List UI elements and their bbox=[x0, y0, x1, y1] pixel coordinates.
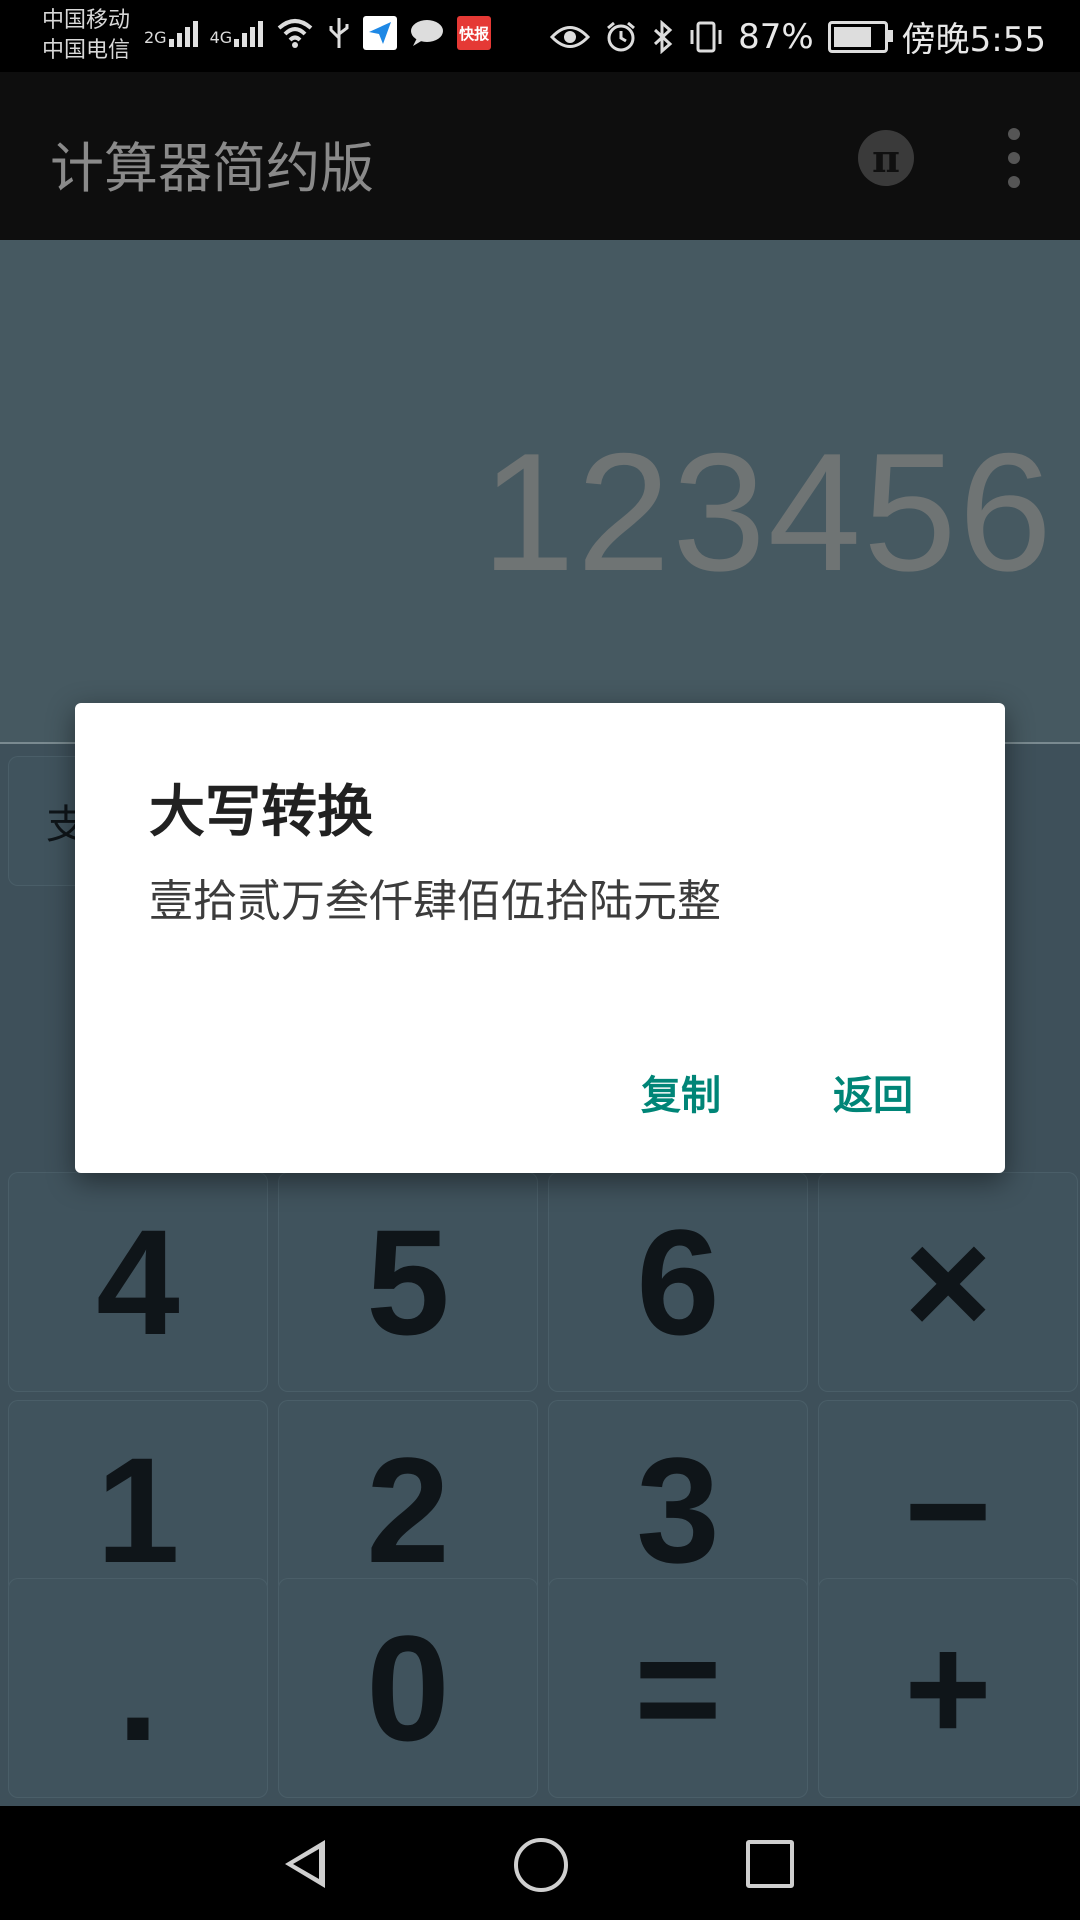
network-type-1: 2G bbox=[144, 28, 167, 47]
battery-percent: 87% bbox=[738, 16, 814, 57]
calculator-display: 123456 bbox=[0, 240, 1080, 742]
recents-nav-icon[interactable] bbox=[746, 1840, 794, 1888]
status-icons-right: 87% 傍晚5:55 bbox=[550, 12, 1046, 61]
key-add[interactable]: + bbox=[818, 1578, 1078, 1798]
battery-icon bbox=[827, 20, 893, 53]
bluetooth-icon bbox=[654, 19, 673, 54]
uppercase-conversion-dialog: 大写转换 壹拾贰万叁仟肆佰伍拾陆元整 复制 返回 bbox=[75, 703, 1005, 1173]
status-bar: 中国移动 中国电信 2G 4G 快报 87% 傍晚5:55 bbox=[0, 0, 1080, 72]
carrier-1: 中国移动 bbox=[42, 8, 131, 33]
dialog-message: 壹拾贰万叁仟肆佰伍拾陆元整 bbox=[149, 876, 721, 927]
key-6[interactable]: 6 bbox=[548, 1172, 808, 1392]
navigation-bar bbox=[0, 1806, 1080, 1920]
key-multiply[interactable]: × bbox=[818, 1172, 1078, 1392]
dialog-title: 大写转换 bbox=[149, 780, 373, 845]
status-time: 傍晚5:55 bbox=[901, 20, 1046, 60]
message-icon bbox=[411, 20, 444, 46]
back-nav-icon[interactable] bbox=[285, 1840, 325, 1888]
key-decimal[interactable]: . bbox=[8, 1578, 268, 1798]
key-5[interactable]: 5 bbox=[278, 1172, 538, 1392]
carrier-labels: 中国移动 中国电信 bbox=[42, 6, 130, 66]
wifi-icon bbox=[277, 19, 313, 48]
signal-icon-2: 4G bbox=[210, 19, 264, 47]
app-title: 计算器简约版 bbox=[50, 137, 374, 200]
carrier-2: 中国电信 bbox=[42, 38, 131, 63]
home-nav-icon[interactable] bbox=[514, 1838, 568, 1892]
signal-icon: 2G bbox=[144, 19, 198, 47]
alarm-icon bbox=[607, 21, 636, 51]
display-value: 123456 bbox=[481, 418, 1054, 606]
vibrate-icon bbox=[690, 21, 722, 52]
key-4[interactable]: 4 bbox=[8, 1172, 268, 1392]
back-button[interactable]: 返回 bbox=[819, 1053, 927, 1131]
copy-button[interactable]: 复制 bbox=[627, 1053, 735, 1131]
pi-button[interactable]: π bbox=[858, 130, 914, 186]
app-bar: 计算器简约版 π bbox=[0, 72, 1080, 240]
network-type-2: 4G bbox=[209, 28, 233, 47]
battery-level-fill bbox=[833, 26, 871, 47]
send-icon bbox=[363, 16, 398, 50]
status-icons-left: 2G 4G 快报 bbox=[144, 16, 492, 50]
key-equals[interactable]: = bbox=[548, 1578, 808, 1798]
news-icon: 快报 bbox=[457, 16, 492, 50]
usb-icon bbox=[329, 18, 349, 48]
key-0[interactable]: 0 bbox=[278, 1578, 538, 1798]
eye-icon bbox=[550, 25, 591, 48]
overflow-menu-icon[interactable] bbox=[996, 128, 1032, 188]
